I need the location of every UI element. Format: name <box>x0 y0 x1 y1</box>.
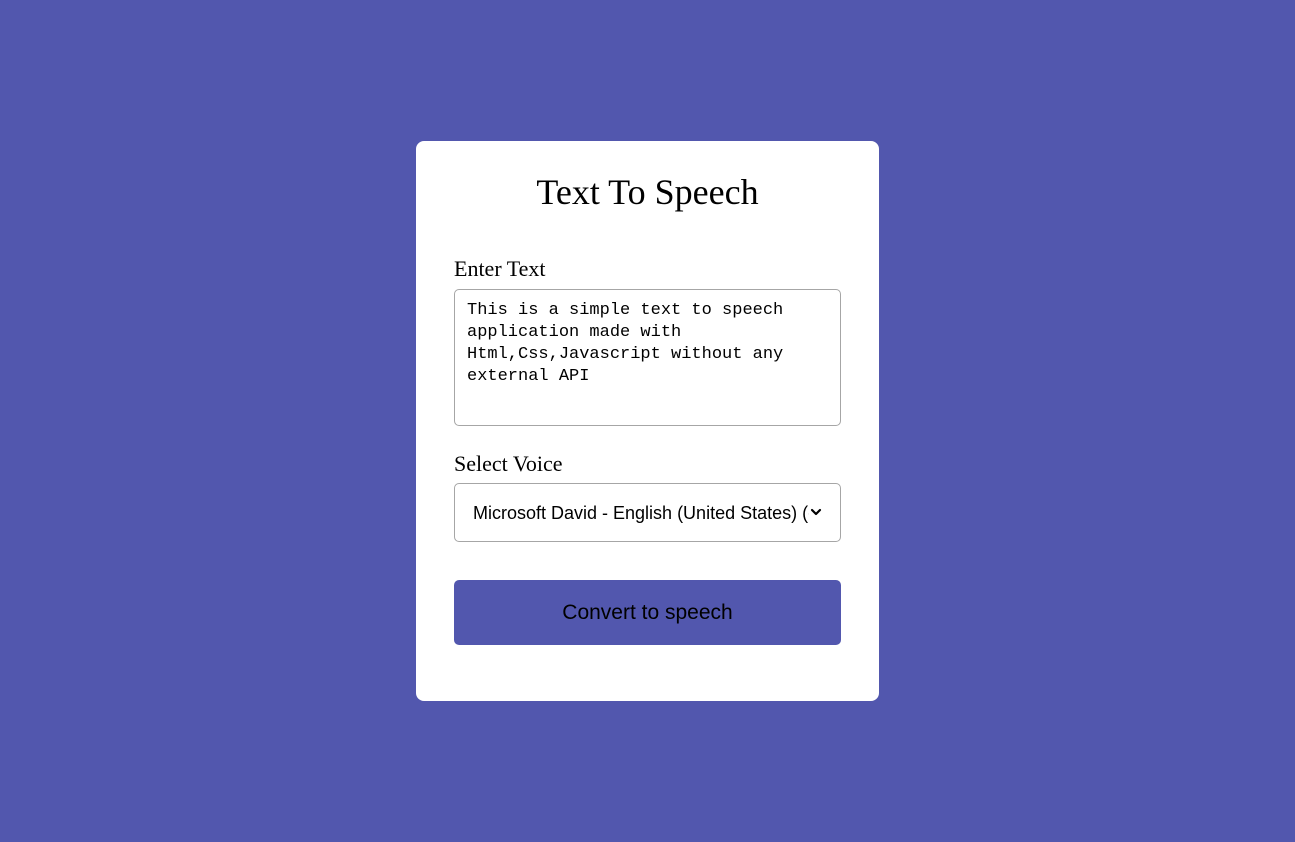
convert-to-speech-button[interactable]: Convert to speech <box>454 580 841 645</box>
voice-select-value: Microsoft David - English (United States… <box>473 503 809 523</box>
enter-text-label: Enter Text <box>454 256 546 281</box>
voice-select[interactable]: Microsoft David - English (United States… <box>454 483 841 542</box>
page-title: Text To Speech <box>536 172 759 212</box>
select-voice-label: Select Voice <box>454 451 563 476</box>
chevron-down-icon <box>810 508 822 516</box>
text-input[interactable]: This is a simple text to speech applicat… <box>454 289 841 426</box>
